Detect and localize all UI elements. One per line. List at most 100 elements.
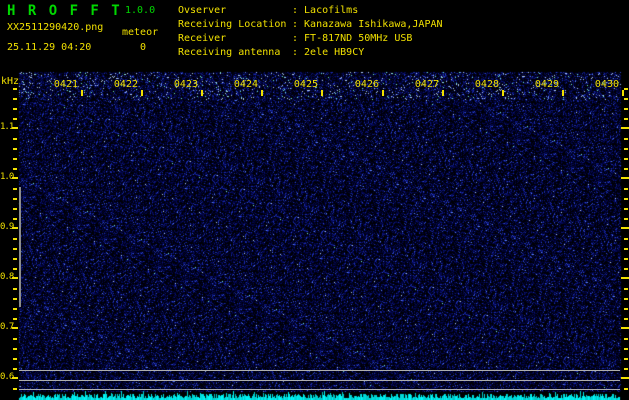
hrofft-output: H R O F F T 1.0.0 XX2511290420.png meteo… bbox=[0, 0, 629, 400]
freq-minor-tick-left bbox=[13, 118, 17, 120]
time-tick bbox=[141, 90, 143, 96]
freq-minor-tick-left bbox=[13, 388, 17, 390]
station-info-separator: : bbox=[292, 5, 299, 16]
freq-minor-tick-left bbox=[13, 168, 17, 170]
freq-minor-tick-left bbox=[13, 358, 17, 360]
freq-minor-tick-right bbox=[624, 238, 628, 240]
time-tick-label: 0424 bbox=[233, 79, 258, 90]
freq-minor-tick-left bbox=[13, 268, 17, 270]
station-info-separator: : bbox=[292, 47, 299, 58]
freq-minor-tick-left bbox=[13, 318, 17, 320]
station-info-separator: : bbox=[292, 33, 299, 44]
station-info-value: Kanazawa Ishikawa,JAPAN bbox=[304, 19, 443, 30]
freq-minor-tick-left bbox=[13, 188, 17, 190]
time-tick bbox=[321, 90, 323, 96]
freq-minor-tick-left bbox=[13, 108, 17, 110]
freq-minor-tick-right bbox=[624, 118, 628, 120]
freq-minor-tick-right bbox=[624, 208, 628, 210]
station-info-row: Ovserver: Lacofilms bbox=[178, 4, 443, 18]
freq-minor-tick-right bbox=[624, 168, 628, 170]
freq-minor-tick-right bbox=[624, 198, 628, 200]
reference-line-2 bbox=[19, 380, 620, 381]
freq-minor-tick-right bbox=[624, 298, 628, 300]
freq-minor-tick-left bbox=[13, 288, 17, 290]
freq-minor-tick-right bbox=[624, 308, 628, 310]
station-info-value: FT-817ND 50MHz USB bbox=[304, 33, 413, 44]
time-tick bbox=[201, 90, 203, 96]
freq-major-tick-right bbox=[621, 377, 629, 379]
time-tick bbox=[622, 90, 624, 96]
freq-major-tick-left bbox=[12, 177, 18, 179]
freq-major-tick-right bbox=[621, 277, 629, 279]
freq-minor-tick-left bbox=[13, 258, 17, 260]
freq-minor-tick-left bbox=[13, 158, 17, 160]
time-tick-label: 0422 bbox=[113, 79, 138, 90]
time-tick-label: 0423 bbox=[173, 79, 198, 90]
time-tick-label: 0425 bbox=[293, 79, 318, 90]
freq-minor-tick-right bbox=[624, 138, 628, 140]
reference-line-3 bbox=[19, 389, 620, 390]
station-info-row: Receiving Location: Kanazawa Ishikawa,JAP… bbox=[178, 18, 443, 32]
freq-minor-tick-right bbox=[624, 158, 628, 160]
output-filename: XX2511290420.png bbox=[7, 22, 104, 33]
freq-minor-tick-right bbox=[624, 108, 628, 110]
freq-minor-tick-right bbox=[624, 358, 628, 360]
station-info-value: 2ele HB9CY bbox=[304, 47, 365, 58]
time-tick bbox=[81, 90, 83, 96]
freq-minor-tick-right bbox=[624, 368, 628, 370]
station-info-value: Lacofilms bbox=[304, 5, 359, 16]
freq-minor-tick-right bbox=[624, 318, 628, 320]
app-title: H R O F F T bbox=[7, 3, 122, 19]
freq-minor-tick-right bbox=[624, 88, 628, 90]
freq-minor-tick-right bbox=[624, 388, 628, 390]
station-info-label: Receiving Location bbox=[178, 19, 287, 30]
station-info-label: Receiver bbox=[178, 33, 227, 44]
time-tick bbox=[382, 90, 384, 96]
app-version: 1.0.0 bbox=[125, 5, 156, 16]
freq-minor-tick-left bbox=[13, 208, 17, 210]
freq-minor-tick-right bbox=[624, 98, 628, 100]
freq-minor-tick-right bbox=[624, 248, 628, 250]
meteor-count-value: 0 bbox=[140, 42, 147, 53]
freq-minor-tick-left bbox=[13, 98, 17, 100]
freq-minor-tick-left bbox=[13, 368, 17, 370]
station-info-separator: : bbox=[292, 19, 299, 30]
freq-minor-tick-right bbox=[624, 268, 628, 270]
freq-minor-tick-left bbox=[13, 308, 17, 310]
freq-minor-tick-left bbox=[13, 298, 17, 300]
freq-major-tick-right bbox=[621, 127, 629, 129]
freq-major-tick-right bbox=[621, 327, 629, 329]
station-info-row: Receiver: FT-817ND 50MHz USB bbox=[178, 32, 443, 46]
freq-major-tick-right bbox=[621, 227, 629, 229]
station-info-label: Receiving antenna bbox=[178, 47, 281, 58]
time-tick-label: 0421 bbox=[53, 79, 78, 90]
freq-minor-tick-right bbox=[624, 338, 628, 340]
freq-minor-tick-right bbox=[624, 148, 628, 150]
time-tick-label: 0428 bbox=[474, 79, 499, 90]
freq-minor-tick-left bbox=[13, 238, 17, 240]
freq-minor-tick-right bbox=[624, 288, 628, 290]
level-scale-bar bbox=[19, 187, 21, 307]
freq-major-tick-left bbox=[12, 327, 18, 329]
freq-minor-tick-left bbox=[13, 218, 17, 220]
reference-line-1 bbox=[19, 370, 620, 371]
station-info-label: Ovserver bbox=[178, 5, 227, 16]
freq-minor-tick-right bbox=[624, 258, 628, 260]
freq-minor-tick-right bbox=[624, 218, 628, 220]
freq-major-tick-left bbox=[12, 227, 18, 229]
freq-major-tick-left bbox=[12, 127, 18, 129]
freq-minor-tick-right bbox=[624, 348, 628, 350]
freq-minor-tick-left bbox=[13, 338, 17, 340]
freq-minor-tick-left bbox=[13, 198, 17, 200]
time-tick bbox=[261, 90, 263, 96]
freq-major-tick-left bbox=[12, 277, 18, 279]
time-tick-label: 0426 bbox=[354, 79, 379, 90]
freq-minor-tick-right bbox=[624, 188, 628, 190]
freq-major-tick-left bbox=[12, 377, 18, 379]
freq-minor-tick-left bbox=[13, 348, 17, 350]
time-tick bbox=[442, 90, 444, 96]
station-info-row: Receiving antenna:2ele HB9CY bbox=[178, 46, 443, 60]
time-tick bbox=[502, 90, 504, 96]
freq-minor-tick-left bbox=[13, 248, 17, 250]
freq-minor-tick-left bbox=[13, 148, 17, 150]
